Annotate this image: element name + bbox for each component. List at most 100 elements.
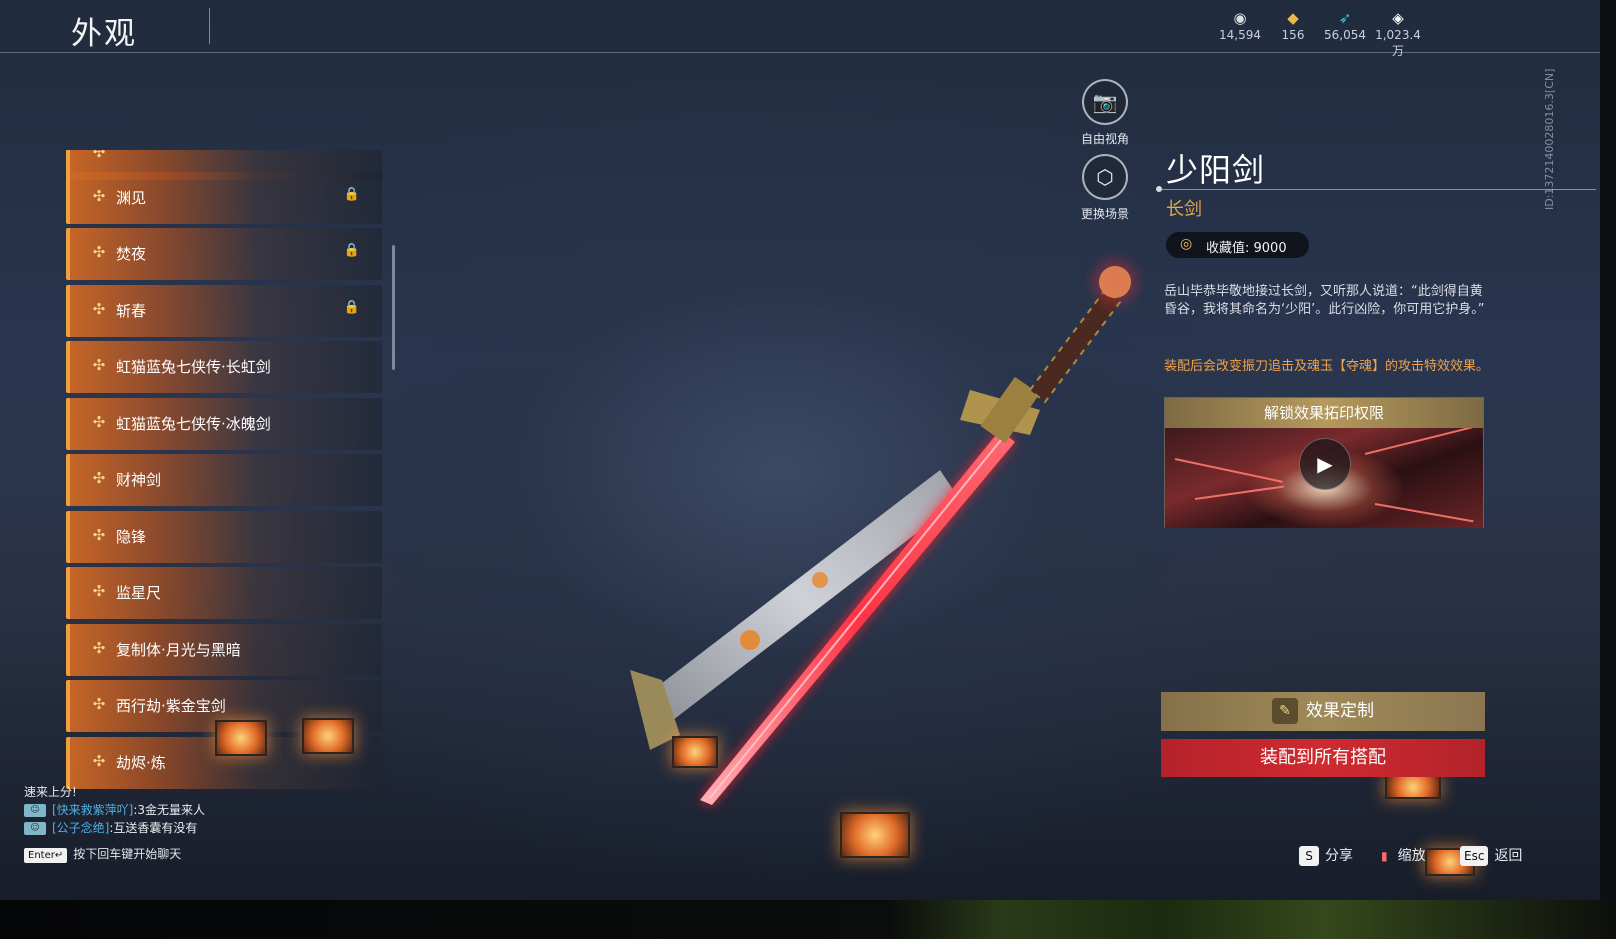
list-item-label: 西行劫·紫金宝剑 xyxy=(116,697,226,715)
title-divider xyxy=(209,8,210,44)
weapon-skin-icon: ✣ xyxy=(92,187,106,205)
item-type: 长剑 xyxy=(1166,199,1202,220)
weapon-skin-icon: ✣ xyxy=(92,752,106,770)
chat-sender[interactable]: [公子念绝] xyxy=(52,821,109,835)
lantern-decoration xyxy=(840,812,910,858)
lock-icon: 🔒 xyxy=(343,300,360,315)
scene-background: 外观 ◉ 14,594 ◆ 156 ➶ 56,054 ◈ 1,023.4万 ✣ … xyxy=(0,0,1600,900)
video-title: 解锁效果拓印权限 xyxy=(1165,398,1483,428)
currency-gold-ingot: ◆ 156 xyxy=(1265,8,1321,42)
appearance-item-list[interactable]: ✣ ✣ 渊见 🔒 ✣ 焚夜 🔒 ✣ 斩春 🔒 ✣ 虹猫蓝兔七侠传·长虹剑 ✣ 虹猫蓝兔七侠传·冰魄剑 ✣ 财神… xyxy=(66,150,382,800)
video-thumbnail[interactable]: ▶ xyxy=(1165,428,1483,528)
lantern-decoration xyxy=(672,736,718,768)
list-item-label: 渊见 xyxy=(116,189,147,207)
feather-icon: ➶ xyxy=(1338,9,1352,27)
chat-message: ☺ [快来救紫萍吖]:3金无量来人 xyxy=(24,801,384,819)
share-label: 分享 xyxy=(1325,848,1353,864)
currency-value: 1,023.4万 xyxy=(1375,28,1421,58)
back-hotkey[interactable]: Esc 返回 xyxy=(1460,845,1522,866)
item-description: 岳山毕恭毕敬地接过长剑，又听那人说道：“此剑得自黄昏谷，我将其命名为‘少阳’。此… xyxy=(1164,284,1485,317)
effect-video-card[interactable]: 解锁效果拓印权限 ▶ xyxy=(1164,397,1484,528)
effect-note: 装配后会改变振刀追击及魂玉【夺魂】的攻击特效效果。 xyxy=(1164,359,1490,374)
chat-panel: 速来上分! ☺ [快来救紫萍吖]:3金无量来人 ☺ [公子念绝]:互送香囊有没有 xyxy=(24,783,384,837)
eye-coin-icon: ◉ xyxy=(1233,9,1247,27)
list-item[interactable]: ✣ 财神剑 xyxy=(66,454,382,506)
chat-channel-icon: ☺ xyxy=(24,822,46,835)
share-hotkey[interactable]: S 分享 xyxy=(1299,845,1353,866)
list-item[interactable]: ✣ 渊见 🔒 xyxy=(66,172,382,224)
chat-sender[interactable]: [快来救紫萍吖] xyxy=(52,803,133,817)
chat-message: ☺ [公子念绝]:互送香囊有没有 xyxy=(24,819,384,837)
lock-icon: 🔒 xyxy=(343,243,360,258)
chat-text: :互送香囊有没有 xyxy=(109,821,198,835)
free-view-button[interactable]: 📷 自由视角 xyxy=(1070,79,1140,147)
title-rule xyxy=(1156,186,1596,192)
list-item-label: 隐锋 xyxy=(116,528,147,546)
weapon-skin-icon: ✣ xyxy=(92,243,106,261)
list-item-label: 监星尺 xyxy=(116,584,162,602)
top-bar: 外观 ◉ 14,594 ◆ 156 ➶ 56,054 ◈ 1,023.4万 xyxy=(0,0,1600,58)
collection-value: 收藏值: 9000 xyxy=(1206,241,1287,256)
customize-label: 效果定制 xyxy=(1306,701,1374,721)
chat-input-hint[interactable]: Enter↵ 按下回车键开始聊天 xyxy=(24,845,181,863)
gold-ingot-icon: ◆ xyxy=(1287,9,1299,27)
chat-input-hint-text: 按下回车键开始聊天 xyxy=(73,847,182,861)
list-scrollbar[interactable] xyxy=(392,245,395,370)
list-item-label: 虹猫蓝兔七侠传·长虹剑 xyxy=(116,358,271,376)
page-title: 外观 xyxy=(71,16,137,52)
currency-value: 14,594 xyxy=(1219,28,1261,42)
list-item-label: 复制体·月光与黑暗 xyxy=(116,641,241,659)
list-item[interactable]: ✣ 虹猫蓝兔七侠传·长虹剑 xyxy=(66,341,382,393)
camera-icon: 📷 xyxy=(1082,79,1128,125)
list-item[interactable]: ✣ 复制体·月光与黑暗 xyxy=(66,624,382,676)
zoom-hotkey[interactable]: ▮ 缩放 xyxy=(1377,845,1426,866)
list-item-label: 劫烬·炼 xyxy=(116,754,166,772)
weapon-skin-icon: ✣ xyxy=(92,582,106,600)
weapon-skin-icon: ✣ xyxy=(92,413,106,431)
list-item-label: 财神剑 xyxy=(116,471,162,489)
top-divider-line xyxy=(0,52,1600,53)
item-name: 少阳剑 xyxy=(1166,151,1266,189)
share-key: S xyxy=(1299,846,1319,866)
change-scene-button[interactable]: ⬡ 更换场景 xyxy=(1070,154,1140,222)
list-item-label: 虹猫蓝兔七侠传·冰魄剑 xyxy=(116,415,271,433)
cube-icon: ⬡ xyxy=(1082,154,1128,200)
weapon-skin-icon: ✣ xyxy=(92,526,106,544)
weapon-skin-icon: ✣ xyxy=(92,150,106,161)
equip-all-label: 装配到所有搭配 xyxy=(1260,747,1386,768)
currency-value: 156 xyxy=(1281,28,1305,42)
list-item[interactable]: ✣ 斩春 🔒 xyxy=(66,285,382,337)
play-icon: ▶ xyxy=(1317,452,1333,476)
list-item-label: 焚夜 xyxy=(116,245,147,263)
list-item[interactable]: ✣ 监星尺 xyxy=(66,567,382,619)
zoom-label: 缩放 xyxy=(1397,848,1426,864)
lantern-decoration xyxy=(302,718,354,754)
play-button[interactable]: ▶ xyxy=(1299,438,1351,490)
change-scene-label: 更换场景 xyxy=(1080,207,1129,221)
free-view-label: 自由视角 xyxy=(1080,132,1129,146)
chat-message: 速来上分! xyxy=(24,783,384,801)
currency-diamond-token: ◈ 1,023.4万 xyxy=(1370,8,1426,59)
lantern-decoration xyxy=(215,720,267,756)
bottom-strip xyxy=(0,900,1616,939)
weapon-skin-icon: ✣ xyxy=(92,469,106,487)
diamond-token-icon: ◈ xyxy=(1392,9,1404,27)
weapon-skin-icon: ✣ xyxy=(92,300,106,318)
equip-all-button[interactable]: 装配到所有搭配 xyxy=(1161,739,1485,777)
weapon-skin-icon: ✣ xyxy=(92,639,106,657)
collection-value-badge: ◎ 收藏值: 9000 xyxy=(1166,232,1309,258)
weapon-skin-icon: ✣ xyxy=(92,695,106,713)
list-item[interactable]: ✣ 焚夜 🔒 xyxy=(66,228,382,280)
chat-text: 速来上分! xyxy=(24,785,77,799)
enter-key-badge: Enter↵ xyxy=(24,848,68,863)
player-uid: ID:1372140028016.3[CN] xyxy=(1543,68,1556,210)
list-item-label: 斩春 xyxy=(116,302,147,320)
list-item[interactable]: ✣ 隐锋 xyxy=(66,511,382,563)
effect-customize-button[interactable]: ✎ 效果定制 xyxy=(1161,692,1485,731)
chat-text: :3金无量来人 xyxy=(133,803,206,817)
list-item[interactable]: ✣ 虹猫蓝兔七侠传·冰魄剑 xyxy=(66,398,382,450)
currency-value: 56,054 xyxy=(1324,28,1366,42)
esc-key: Esc xyxy=(1460,846,1489,866)
chat-channel-icon: ☺ xyxy=(24,804,46,817)
collection-coin-icon: ◎ xyxy=(1180,236,1193,252)
